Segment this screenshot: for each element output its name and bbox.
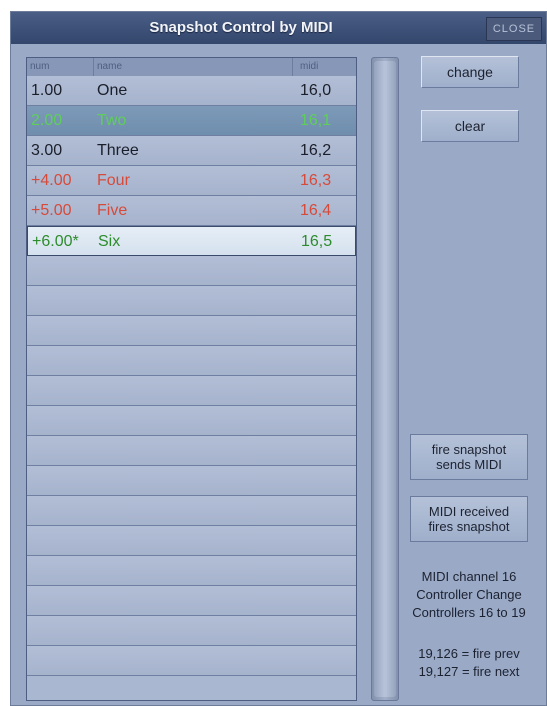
clear-button[interactable]: clear — [421, 110, 519, 142]
fire-mapping-info: 19,126 = fire prev 19,127 = fire next — [394, 645, 544, 681]
table-row[interactable]: +4.00 Four 16,3 — [27, 166, 356, 196]
cell-name: Five — [97, 202, 128, 219]
table-row[interactable]: +6.00* Six 16,5 — [27, 226, 356, 256]
cell-midi: 16,0 — [300, 82, 332, 99]
cell-name: One — [97, 82, 128, 99]
controller-change-text: Controller Change — [416, 587, 522, 602]
empty-table-row[interactable] — [27, 616, 356, 646]
empty-table-row[interactable] — [27, 316, 356, 346]
table-row[interactable]: 1.00 One 16,0 — [27, 76, 356, 106]
title-bar: Snapshot Control by MIDI CLOSE — [11, 12, 546, 44]
column-header-num[interactable]: num — [27, 58, 94, 76]
fire-prev-text: 19,126 = fire prev — [418, 646, 520, 661]
column-header-midi[interactable]: midi — [297, 58, 355, 76]
cell-num: 3.00 — [31, 142, 63, 159]
fire-next-text: 19,127 = fire next — [418, 664, 520, 679]
cell-num: 2.00 — [31, 112, 63, 129]
change-button[interactable]: change — [421, 56, 519, 88]
midi-button-line2: fires snapshot — [428, 519, 510, 534]
cell-num: 1.00 — [31, 82, 63, 99]
fire-button-line2: sends MIDI — [436, 457, 502, 472]
cell-midi: 16,2 — [300, 142, 332, 159]
empty-table-row[interactable] — [27, 466, 356, 496]
empty-table-row[interactable] — [27, 556, 356, 586]
empty-table-row[interactable] — [27, 496, 356, 526]
close-button[interactable]: CLOSE — [486, 17, 542, 41]
midi-button-line1: MIDI received — [428, 504, 510, 519]
empty-table-row[interactable] — [27, 376, 356, 406]
cell-num: +5.00 — [31, 202, 72, 219]
controllers-range-text: Controllers 16 to 19 — [412, 605, 526, 620]
empty-table-row[interactable] — [27, 586, 356, 616]
cell-num: +6.00* — [32, 233, 79, 250]
fire-button-line1: fire snapshot — [431, 442, 507, 457]
empty-table-row[interactable] — [27, 286, 356, 316]
table-rows: 1.00 One 16,0 2.00 Two 16,1 3.00 Three 16,2 +4.00… — [27, 76, 356, 676]
cell-midi: 16,3 — [300, 172, 332, 189]
empty-table-row[interactable] — [27, 346, 356, 376]
cell-name: Four — [97, 172, 130, 189]
table-header: num name midi — [27, 58, 356, 77]
scrollbar-thumb[interactable] — [374, 61, 396, 697]
snapshot-table: num name midi 1.00 One 16,0 2.00 Two 16,1 3.00… — [26, 57, 357, 701]
cell-midi: 16,4 — [300, 202, 332, 219]
cell-num: +4.00 — [31, 172, 72, 189]
cell-name: Three — [97, 142, 139, 159]
cell-name: Two — [97, 112, 127, 129]
midi-channel-text: MIDI channel 16 — [421, 569, 517, 584]
window-title: Snapshot Control by MIDI — [149, 19, 333, 36]
cell-name: Six — [98, 233, 121, 250]
cell-midi: 16,1 — [300, 112, 332, 129]
midi-received-fires-snapshot-button[interactable]: MIDI received fires snapshot — [410, 496, 528, 542]
table-row[interactable]: 3.00 Three 16,2 — [27, 136, 356, 166]
fire-snapshot-sends-midi-button[interactable]: fire snapshot sends MIDI — [410, 434, 528, 480]
table-row[interactable]: 2.00 Two 16,1 — [27, 106, 356, 136]
empty-table-row[interactable] — [27, 646, 356, 676]
empty-table-row[interactable] — [27, 256, 356, 286]
empty-table-row[interactable] — [27, 526, 356, 556]
empty-table-row[interactable] — [27, 436, 356, 466]
cell-midi: 16,5 — [301, 233, 333, 250]
empty-table-row[interactable] — [27, 406, 356, 436]
midi-settings-info: MIDI channel 16 Controller Change Contro… — [394, 568, 544, 622]
table-row[interactable]: +5.00 Five 16,4 — [27, 196, 356, 226]
column-header-name[interactable]: name — [94, 58, 293, 76]
